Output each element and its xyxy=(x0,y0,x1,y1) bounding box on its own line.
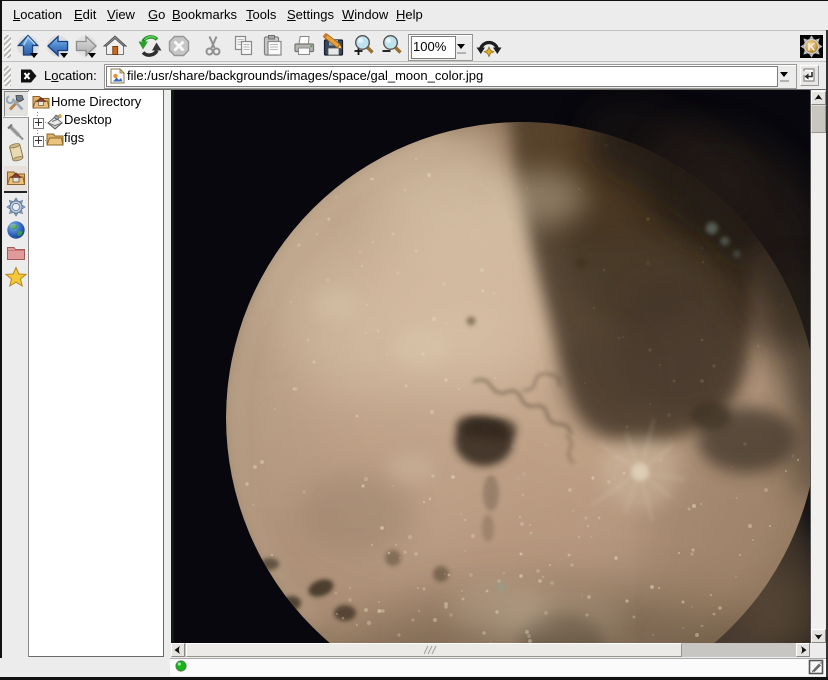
svg-text:K: K xyxy=(808,42,816,54)
